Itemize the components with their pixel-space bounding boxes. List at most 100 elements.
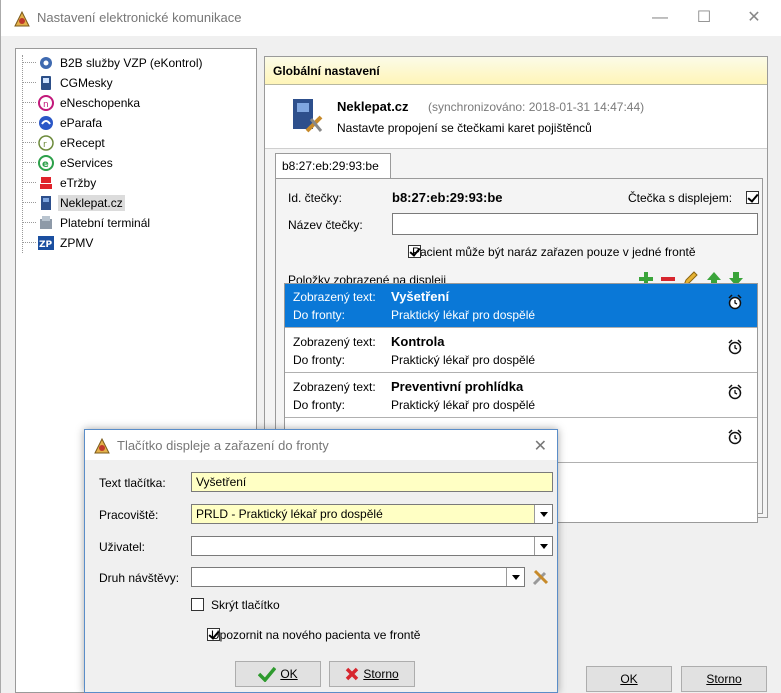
storno-button-label: Storno [706, 672, 742, 686]
visit-select[interactable] [191, 567, 525, 587]
text-label: Text tlačítka: [99, 476, 166, 490]
dialog-close-button[interactable]: ✕ [534, 436, 547, 456]
tree-item-etrzby[interactable]: eTržby [22, 173, 98, 192]
service-desc: Nastavte propojení se čtečkami karet poj… [337, 121, 592, 135]
list-item[interactable]: Zobrazený text: Kontrola Do fronty: Prak… [285, 329, 757, 373]
item-queue-key: Do fronty: [293, 353, 346, 367]
hide-button-label: Skrýt tlačítko [211, 598, 280, 612]
service-name: Neklepat.cz [337, 99, 409, 114]
svg-text:e: e [42, 159, 49, 170]
reader-name-input[interactable] [392, 213, 758, 235]
tab-reader[interactable]: b8:27:eb:29:93:be [275, 153, 391, 179]
reader-id-label: Id. čtečky: [288, 191, 343, 205]
item-text-value: Preventivní prohlídka [391, 379, 524, 394]
device-icon [41, 75, 51, 90]
alarm-clock-icon [728, 384, 742, 400]
alarm-clock-icon [728, 339, 742, 355]
ok-button-label: OK [620, 672, 638, 686]
tree-label: eNeschopenka [60, 95, 141, 110]
gear-icon [40, 56, 52, 69]
single-queue-label: Pacient může být naráz zařazen pouze v j… [412, 245, 696, 259]
chevron-down-icon[interactable] [534, 505, 552, 523]
hide-button-checkbox[interactable] [191, 598, 204, 611]
app-icon [94, 437, 110, 454]
tree-item-neklepat[interactable]: Neklepat.cz [22, 193, 125, 212]
item-text-value: Kontrola [391, 334, 445, 349]
tree-label: eRecept [60, 135, 105, 150]
tree-item-eparafa[interactable]: eParafa [22, 113, 104, 132]
visit-label: Druh návštěvy: [99, 571, 180, 585]
notify-label: Upozornit na nového pacienta ve frontě [211, 628, 421, 642]
alarm-clock-icon [728, 429, 742, 445]
tree-item-cgmesky[interactable]: CGMesky [22, 73, 115, 92]
card-reader-icon [293, 99, 323, 133]
dialog-title: Tlačítko displeje a zařazení do fronty [117, 438, 329, 453]
tree-item-terminal[interactable]: Platební terminál [22, 213, 152, 232]
storno-button[interactable]: Storno [681, 666, 767, 692]
service-sync: (synchronizováno: 2018-01-31 14:47:44) [428, 100, 645, 114]
dialog-storno-button[interactable]: Storno [329, 661, 415, 687]
close-button[interactable]: ✕ [743, 8, 765, 28]
display-checkbox[interactable] [746, 191, 759, 204]
item-queue-value: Praktický lékař pro dospělé [391, 353, 536, 367]
item-text-value: Vyšetření [391, 289, 450, 304]
card-reader-icon [41, 195, 51, 210]
item-queue-key: Do fronty: [293, 308, 346, 322]
alarm-clock-icon [728, 294, 742, 310]
window-title: Nastavení elektronické komunikace [37, 10, 242, 25]
display-label: Čtečka s displejem: [628, 191, 733, 205]
tree-label: CGMesky [60, 75, 113, 90]
chevron-down-icon[interactable] [534, 537, 552, 555]
panel-header-title: Globální nastavení [273, 64, 380, 78]
tools-icon[interactable] [531, 567, 551, 587]
svg-text:n: n [43, 100, 49, 110]
item-queue-value: Praktický lékař pro dospělé [391, 398, 536, 412]
workplace-select[interactable]: PRLD - Praktický lékař pro dospělé [191, 504, 553, 524]
user-select[interactable] [191, 536, 553, 556]
tree-item-b2b[interactable]: B2B služby VZP (eKontrol) [22, 53, 205, 72]
green-e-icon: e [38, 154, 54, 171]
app-icon [14, 10, 30, 27]
reader-name-label: Název čtečky: [288, 218, 363, 232]
workplace-value: PRLD - Praktický lékař pro dospělé [196, 507, 383, 521]
chevron-down-icon[interactable] [506, 568, 524, 586]
title-bar: Nastavení elektronické komunikace — ☐ ✕ [1, 0, 781, 36]
tree-item-eservices[interactable]: e eServices [22, 153, 115, 172]
ok-button[interactable]: OK [586, 666, 672, 692]
dialog-storno-label: Storno [363, 667, 399, 681]
pink-circle-icon: n [38, 94, 54, 111]
minimize-button[interactable]: — [649, 8, 671, 28]
dialog-ok-button[interactable]: OK [235, 661, 321, 687]
tree-item-zpmv[interactable]: ZP ZPMV [22, 233, 95, 252]
list-item[interactable]: Zobrazený text: Preventivní prohlídka Do… [285, 374, 757, 418]
dialog-title-bar: Tlačítko displeje a zařazení do fronty ✕ [85, 430, 557, 460]
cross-icon [346, 667, 359, 681]
panel-header: Globální nastavení [265, 57, 767, 85]
button-text-input[interactable]: Vyšetření [191, 472, 553, 492]
recipe-icon: r [38, 134, 54, 151]
checkmark-icon [258, 666, 277, 682]
item-text-key: Zobrazený text: [293, 335, 376, 349]
list-item[interactable]: Zobrazený text: Vyšetření Do fronty: Pra… [285, 284, 757, 328]
tree-label: eTržby [60, 175, 97, 190]
svg-text:r: r [43, 140, 47, 150]
tree-item-eneschopenka[interactable]: n eNeschopenka [22, 93, 142, 112]
service-info: Neklepat.cz (synchronizováno: 2018-01-31… [265, 85, 767, 149]
item-text-key: Zobrazený text: [293, 290, 376, 304]
maximize-button[interactable]: ☐ [693, 8, 715, 28]
tree-label: eParafa [60, 115, 103, 130]
zp-icon: ZP [38, 235, 54, 250]
user-label: Uživatel: [99, 540, 146, 554]
item-queue-key: Do fronty: [293, 398, 346, 412]
svg-text:ZP: ZP [39, 240, 53, 250]
tree-label: Neklepat.cz [58, 194, 125, 211]
tree-label: ZPMV [60, 235, 94, 250]
terminal-icon [40, 215, 52, 229]
item-queue-value: Praktický lékař pro dospělé [391, 308, 536, 322]
dialog-ok-label: OK [280, 667, 298, 681]
button-dialog: Tlačítko displeje a zařazení do fronty ✕… [84, 429, 558, 693]
red-register-icon [40, 176, 52, 189]
tree-label: eServices [60, 155, 113, 170]
tree-item-erecept[interactable]: r eRecept [22, 133, 107, 152]
item-text-key: Zobrazený text: [293, 380, 376, 394]
